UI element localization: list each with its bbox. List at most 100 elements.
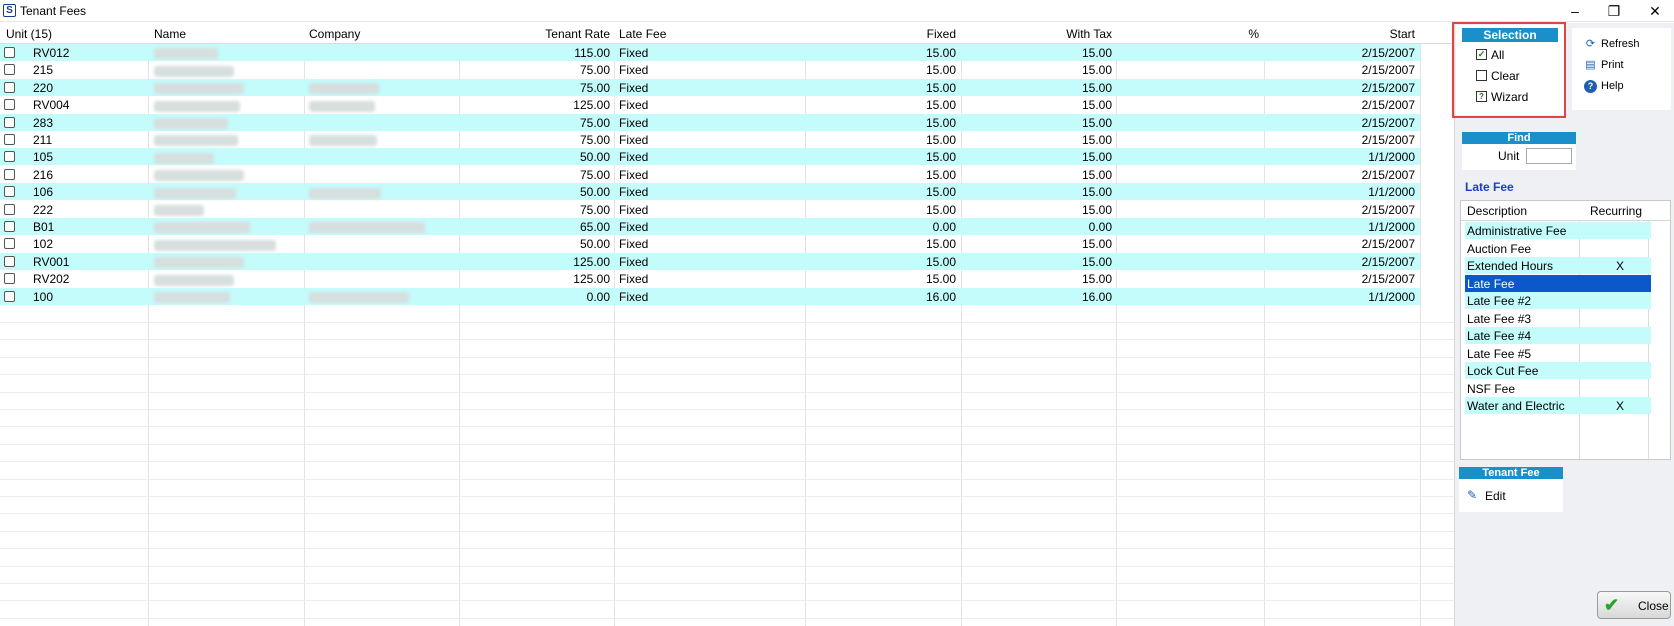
restore-button[interactable]: ❐ — [1604, 2, 1624, 20]
cell-with-tax: 15.00 — [1081, 237, 1112, 252]
cell-unit: RV202 — [33, 272, 70, 287]
row-checkbox[interactable] — [4, 81, 15, 93]
table-row[interactable]: 215 75.00 Fixed 15.00 15.00 2/15/2007 — [0, 61, 1420, 78]
close-button[interactable]: ✔ Close — [1597, 591, 1671, 619]
empty-row-line — [0, 426, 1454, 428]
selection-highlight — [1452, 22, 1566, 118]
empty-row-line — [0, 339, 1454, 341]
header-start[interactable]: Start — [1264, 27, 1415, 41]
table-row[interactable]: 102 50.00 Fixed 15.00 15.00 2/15/2007 — [0, 235, 1420, 252]
late-fee-item[interactable]: NSF Fee — [1465, 380, 1651, 397]
cell-tenant-rate: 0.00 — [586, 289, 610, 304]
row-checkbox[interactable] — [4, 116, 15, 128]
table-row[interactable]: RV202 125.00 Fixed 15.00 15.00 2/15/2007 — [0, 270, 1420, 287]
table-row[interactable]: 211 75.00 Fixed 15.00 15.00 2/15/2007 — [0, 131, 1420, 148]
cell-start: 2/15/2007 — [1361, 46, 1415, 60]
cell-fixed: 15.00 — [925, 254, 956, 269]
late-fee-item[interactable]: Late Fee — [1465, 274, 1651, 292]
cell-tenant-rate: 75.00 — [579, 63, 610, 78]
table-row[interactable]: B01 65.00 Fixed 0.00 0.00 1/1/2000 — [0, 218, 1420, 235]
header-unit[interactable]: Unit (15) — [6, 27, 52, 41]
cell-name-redacted — [154, 255, 244, 269]
cell-name-redacted — [154, 220, 250, 234]
late-fee-description: Late Fee #5 — [1467, 346, 1532, 361]
table-row[interactable]: 100 0.00 Fixed 16.00 16.00 1/1/2000 — [0, 287, 1420, 305]
row-checkbox[interactable] — [4, 99, 15, 111]
late-fee-item[interactable]: Administrative Fee — [1465, 222, 1651, 239]
table-row[interactable]: 222 75.00 Fixed 15.00 15.00 2/15/2007 — [0, 201, 1420, 218]
table-row[interactable]: RV001 125.00 Fixed 15.00 15.00 2/15/2007 — [0, 252, 1420, 270]
late-fee-item[interactable]: Late Fee #5 — [1465, 345, 1651, 362]
late-fee-table: Description Recurring Administrative Fee… — [1460, 200, 1671, 460]
find-panel: Find Unit — [1462, 132, 1576, 170]
cell-fixed: 15.00 — [925, 150, 956, 165]
header-percent[interactable]: % — [1116, 27, 1259, 41]
header-late-fee[interactable]: Late Fee — [619, 27, 666, 41]
header-recurring[interactable]: Recurring — [1586, 204, 1646, 218]
header-tenant-rate[interactable]: Tenant Rate — [459, 27, 610, 41]
row-checkbox[interactable] — [4, 64, 15, 76]
late-fee-item[interactable]: Late Fee #3 — [1465, 310, 1651, 327]
tenant-fees-grid: Unit (15) Name Company Tenant Rate Late … — [0, 23, 1454, 626]
cell-name-redacted — [154, 290, 230, 304]
late-fee-header: Description Recurring — [1461, 201, 1670, 221]
cell-unit: 102 — [33, 237, 54, 252]
row-checkbox[interactable] — [4, 47, 15, 58]
late-fee-item[interactable]: Water and Electric X — [1465, 397, 1651, 414]
row-checkbox[interactable] — [4, 186, 15, 198]
row-checkbox[interactable] — [4, 273, 15, 285]
empty-row-line — [0, 513, 1454, 515]
row-checkbox[interactable] — [4, 238, 15, 250]
cell-fixed: 15.00 — [925, 185, 956, 200]
cell-fixed: 15.00 — [925, 80, 956, 95]
find-unit-input[interactable] — [1526, 148, 1572, 164]
header-name[interactable]: Name — [154, 27, 186, 41]
late-fee-item[interactable]: Extended Hours X — [1465, 257, 1651, 274]
cell-with-tax: 16.00 — [1081, 289, 1112, 304]
row-checkbox[interactable] — [4, 221, 15, 232]
late-fee-item[interactable]: Late Fee #2 — [1465, 292, 1651, 309]
late-fee-item[interactable]: Lock Cut Fee — [1465, 362, 1651, 379]
cell-fixed: 15.00 — [925, 237, 956, 252]
cell-fixed: 16.00 — [925, 289, 956, 304]
row-checkbox[interactable] — [4, 168, 15, 180]
cell-name-redacted — [154, 46, 218, 60]
late-fee-recurring: X — [1615, 259, 1624, 273]
late-fee-item[interactable]: Late Fee #4 — [1465, 327, 1651, 344]
row-checkbox[interactable] — [4, 203, 15, 215]
cell-tenant-rate: 75.00 — [579, 80, 610, 95]
cell-unit: 220 — [33, 80, 54, 95]
table-row[interactable]: 216 75.00 Fixed 15.00 15.00 2/15/2007 — [0, 166, 1420, 183]
header-company[interactable]: Company — [309, 27, 360, 41]
cell-name-redacted — [154, 168, 244, 182]
table-row[interactable]: 283 75.00 Fixed 15.00 15.00 2/15/2007 — [0, 113, 1420, 131]
late-fee-description: Late Fee #3 — [1467, 311, 1532, 326]
cell-with-tax: 15.00 — [1081, 150, 1112, 165]
table-row[interactable]: 105 50.00 Fixed 15.00 15.00 1/1/2000 — [0, 148, 1420, 166]
header-fixed[interactable]: Fixed — [805, 27, 956, 41]
cell-late-fee: Fixed — [619, 237, 649, 252]
close-window-button[interactable]: ✕ — [1645, 2, 1665, 20]
row-checkbox[interactable] — [4, 255, 15, 267]
title-bar: S Tenant Fees – ❐ ✕ — [0, 0, 1674, 22]
table-row[interactable]: 220 75.00 Fixed 15.00 15.00 2/15/2007 — [0, 78, 1420, 96]
cell-fixed: 15.00 — [925, 272, 956, 287]
header-description[interactable]: Description — [1467, 204, 1527, 218]
late-fee-description: Administrative Fee — [1467, 224, 1567, 238]
window-title: Tenant Fees — [20, 4, 87, 18]
find-title: Find — [1462, 132, 1576, 144]
app-icon: S — [3, 4, 16, 17]
row-checkbox[interactable] — [4, 134, 15, 145]
cell-with-tax: 15.00 — [1081, 63, 1112, 78]
table-row[interactable]: 106 50.00 Fixed 15.00 15.00 1/1/2000 — [0, 183, 1420, 201]
minimize-button[interactable]: – — [1565, 2, 1585, 20]
empty-row-line — [0, 461, 1454, 463]
row-checkbox[interactable] — [4, 290, 15, 302]
table-row[interactable]: RV012 115.00 Fixed 15.00 15.00 2/15/2007 — [0, 44, 1420, 61]
late-fee-item[interactable]: Auction Fee — [1465, 240, 1651, 257]
table-row[interactable]: RV004 125.00 Fixed 15.00 15.00 2/15/2007 — [0, 96, 1420, 113]
row-checkbox[interactable] — [4, 151, 15, 163]
header-with-tax[interactable]: With Tax — [961, 27, 1112, 41]
empty-row-line — [0, 409, 1454, 410]
cell-company-redacted — [309, 98, 375, 112]
